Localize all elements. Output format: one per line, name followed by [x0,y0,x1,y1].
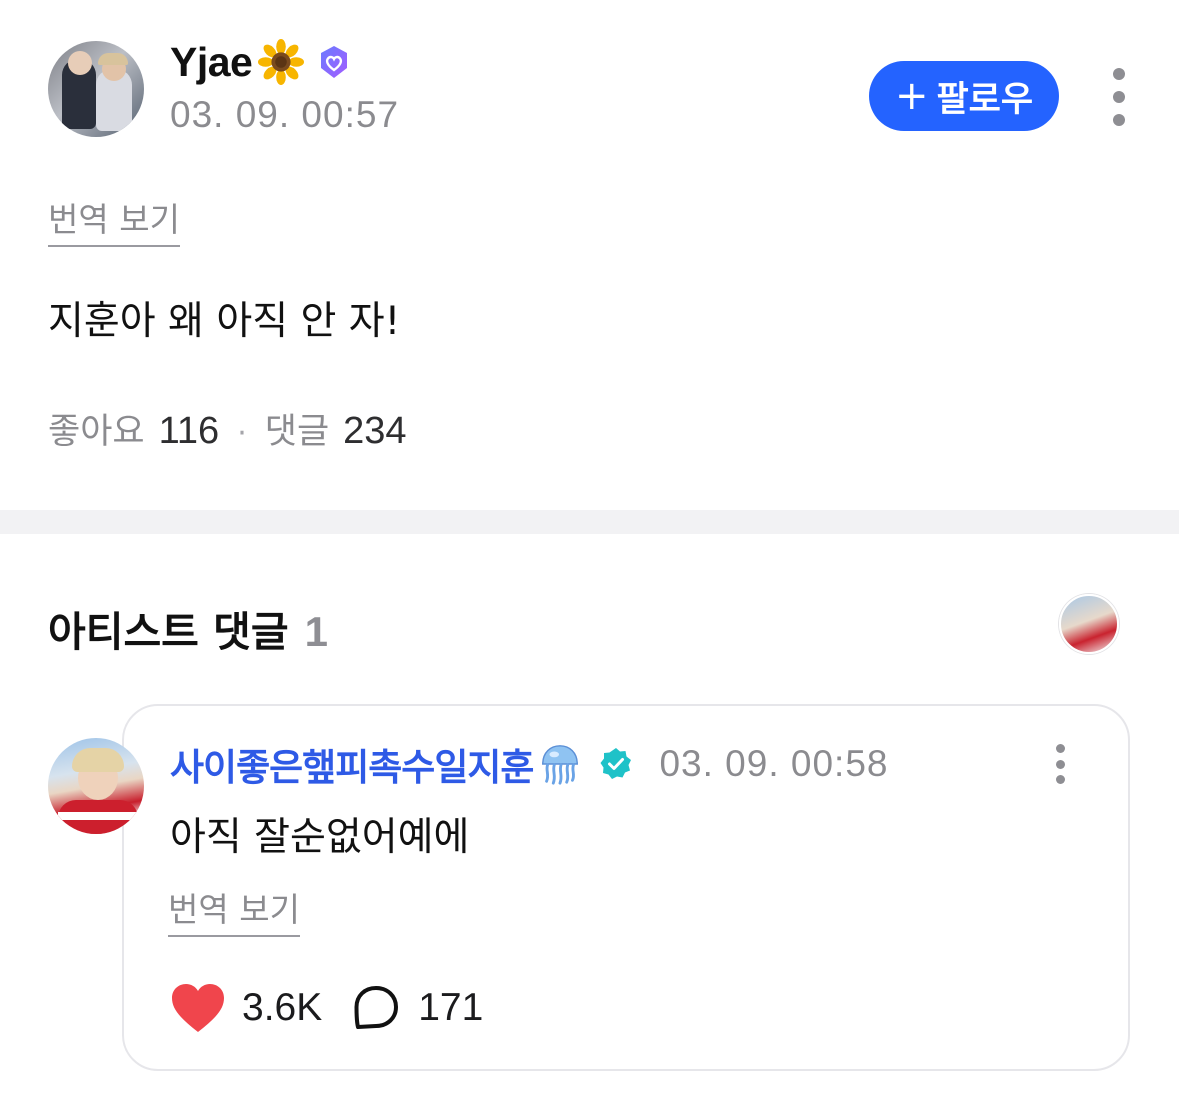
comments-count[interactable]: 234 [343,410,406,453]
artist-comments-title-label: 아티스트 댓글 [48,608,289,656]
comment-author-avatar[interactable] [48,738,144,834]
verified-heart-badge-icon [321,46,348,78]
comment-timestamp: 03. 09. 00:58 [659,743,889,784]
plus-icon: + [894,73,929,119]
like-count: 3.6K [242,986,323,1029]
reply-button[interactable]: 171 [352,984,483,1032]
section-divider [0,510,1179,534]
author-row: Yjae [170,36,352,88]
translate-link[interactable]: 번역 보기 [48,193,180,247]
artist-comments-title: 아티스트 댓글 1 [48,598,328,658]
like-button[interactable]: 3.6K [170,982,322,1034]
comment-translate-link[interactable]: 번역 보기 [168,883,300,937]
comment-author-name[interactable]: 사이좋은햎피촉수일지훈 [170,737,534,791]
artist-avatar-stack[interactable] [1059,594,1119,654]
sunflower-icon [258,39,305,85]
stats-separator: · [237,416,247,451]
heart-icon [172,984,224,1032]
comment-body: 아직 잘순없어예에 [170,815,470,860]
post-body: 지훈아 왜 아직 안 자! [48,299,401,344]
comment-bubble-icon [354,986,399,1029]
author-avatar[interactable] [48,41,144,137]
comment-more-options-icon[interactable] [1048,744,1072,784]
likes-label: 좋아요 [48,412,145,452]
post-timestamp: 03. 09. 00:57 [170,94,400,135]
author-name[interactable]: Yjae [170,39,253,86]
comments-label: 댓글 [264,412,330,452]
artist-comments-count: 1 [304,608,328,655]
post-stats: 좋아요 116 · 댓글 234 [48,403,407,454]
comment-header: 사이좋은햎피촉수일지훈 03. 09. 00:58 [170,738,888,790]
comment-reactions: 3.6K 171 [170,980,483,1036]
follow-label: 팔로우 [936,79,1034,120]
likes-count[interactable]: 116 [159,410,220,453]
more-options-icon[interactable] [1103,68,1135,126]
verified-check-icon [600,748,632,779]
reply-count: 171 [418,986,484,1029]
follow-button[interactable]: + 팔로우 [869,61,1059,131]
post-detail-page: Yjae 03. 09. 00:57 + 팔로우 번역 보기 지훈아 왜 아직 … [0,0,1179,1104]
jellyfish-icon [542,745,579,785]
